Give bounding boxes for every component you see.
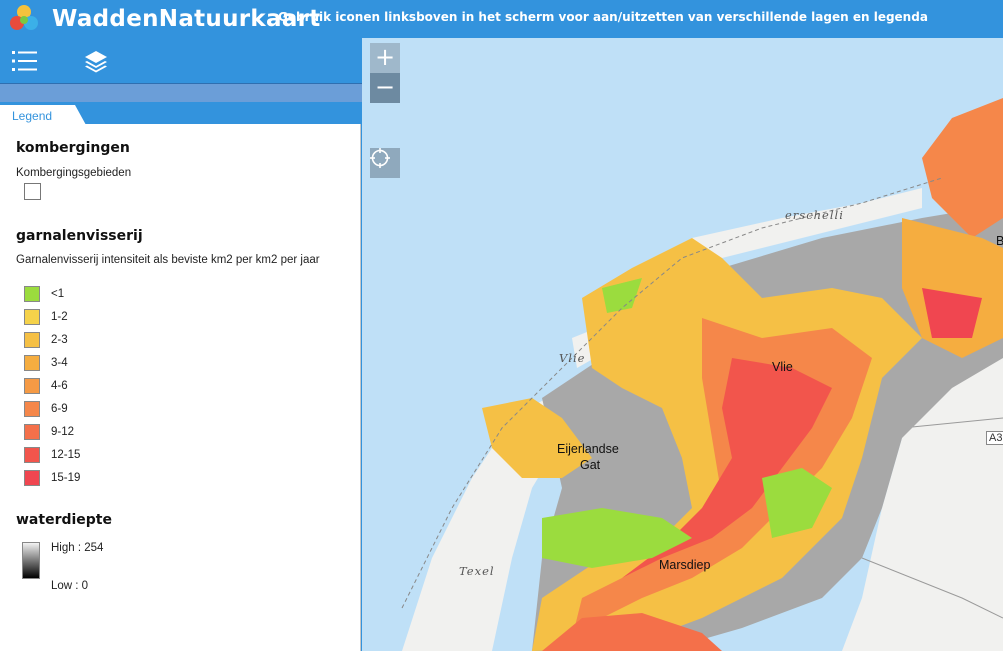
list-icon: [12, 50, 37, 71]
legend-item: 4-6: [24, 378, 68, 394]
legend-label: 9-12: [51, 426, 75, 438]
road-label-a3: A3: [986, 431, 1003, 445]
section-title-garnalenvisserij: garnalenvisserij: [16, 228, 143, 244]
locate-button[interactable]: [370, 148, 400, 178]
zoom-out-button[interactable]: −: [370, 73, 400, 103]
legend-swatch: [24, 355, 40, 371]
toolbar: [0, 38, 362, 83]
map-label-vlie: Vlie: [772, 360, 793, 374]
section-title-kombergingen: kombergingen: [16, 140, 130, 156]
legend-swatch: [24, 401, 40, 417]
map-label-terschelling: erschelli: [785, 208, 844, 222]
map-label-marsdiep: Marsdiep: [659, 558, 711, 572]
legend-label: <1: [51, 288, 65, 300]
legend-swatch: [24, 447, 40, 463]
legend-item: 15-19: [24, 470, 80, 486]
header-subtitle: Gebruik iconen linksboven in het scherm …: [278, 10, 928, 24]
tab-legend[interactable]: Legend: [0, 105, 86, 125]
legend-item: 12-15: [24, 447, 80, 463]
legend-label: 3-4: [51, 357, 68, 369]
waterdiepte-high-label: High : 254: [51, 542, 104, 554]
legend-item: <1: [24, 286, 64, 302]
legend-swatch: [24, 332, 40, 348]
legend-item: 2-3: [24, 332, 68, 348]
legend-item: 3-4: [24, 355, 68, 371]
legend-toggle-button[interactable]: [3, 44, 47, 77]
map-label-gat: Gat: [580, 458, 601, 472]
app-logo-icon: [10, 5, 38, 30]
map-label-vlieland: Vlie: [559, 351, 586, 365]
legend-item: 9-12: [24, 424, 74, 440]
app-header: WaddenNatuurkaart Gebruik iconen linksbo…: [0, 0, 1003, 38]
legend-item: 1-2: [24, 309, 68, 325]
legend-label: 2-3: [51, 334, 68, 346]
toolbar-divider: [0, 83, 362, 102]
layers-icon: [85, 50, 107, 72]
legend-swatch: [24, 424, 40, 440]
legend-item: 6-9: [24, 401, 68, 417]
waterdiepte-gradient: [22, 542, 40, 579]
legend-swatch: [24, 309, 40, 325]
legend-swatch: [24, 378, 40, 394]
legend-label: 1-2: [51, 311, 68, 323]
legend-label: 15-19: [51, 472, 81, 484]
map-label-edge: B: [996, 234, 1003, 248]
legend-label: 6-9: [51, 403, 68, 415]
legend-panel: Legend: [0, 102, 362, 651]
map-view[interactable]: + − Vlie Eijerlandse Gat Marsdiep Texel …: [362, 38, 1003, 651]
map-label-texel: Texel: [459, 564, 495, 578]
legend-label: 12-15: [51, 449, 81, 461]
layers-toggle-button[interactable]: [74, 44, 118, 77]
section-title-waterdiepte: waterdiepte: [16, 512, 112, 528]
legend-swatch: [24, 470, 40, 486]
map-label-eijerlandse: Eijerlandse: [557, 442, 619, 456]
crosshair-icon: [370, 148, 390, 168]
legend-label: 4-6: [51, 380, 68, 392]
waterdiepte-low-label: Low : 0: [51, 580, 89, 592]
kombergingsgebieden-checkbox[interactable]: [24, 183, 41, 200]
zoom-in-button[interactable]: +: [370, 43, 400, 73]
layer-label-kombergingsgebieden: Kombergingsgebieden: [16, 167, 132, 179]
legend-swatch: [24, 286, 40, 302]
layer-label-garnalenvisserij: Garnalenvisserij intensiteit als beviste…: [16, 254, 320, 266]
